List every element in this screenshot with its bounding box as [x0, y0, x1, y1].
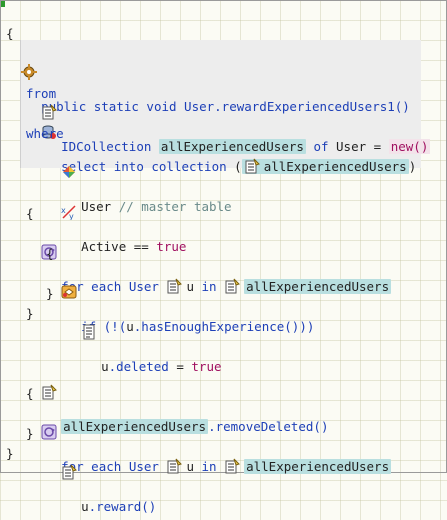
new-call[interactable]: new() — [388, 139, 431, 154]
statement-icon — [81, 284, 97, 340]
of-keyword: of — [313, 139, 329, 154]
declaration-line[interactable]: IDCollection allExperiencedUsers of User… — [26, 44, 431, 154]
remove-call[interactable]: .removeDeleted() — [208, 419, 328, 434]
paren-open: ( — [234, 159, 242, 174]
open-brace: { — [26, 206, 34, 221]
for-each-line-1[interactable]: for each User u in allExperiencedUsers — [26, 184, 392, 294]
open-brace: { — [6, 26, 14, 41]
loop-type[interactable]: User — [129, 459, 159, 474]
user-type[interactable]: User — [336, 139, 366, 154]
select-target-name: allExperiencedUsers — [263, 159, 407, 174]
open-brace: { — [26, 386, 34, 401]
for-each-line-2[interactable]: for each User u in allExperiencedUsers — [26, 364, 392, 474]
where-condition-line[interactable]: xy Active == true — [46, 144, 186, 254]
if-icon — [61, 244, 77, 299]
open-brace: { — [46, 246, 54, 261]
method-call-icon — [61, 424, 77, 480]
select-line[interactable]: select into collection (allExperiencedUs… — [26, 64, 416, 174]
variable-declaration-icon — [224, 458, 241, 474]
close-brace: } — [26, 426, 34, 441]
close-brace: } — [26, 306, 34, 321]
in-keyword: in — [201, 459, 217, 474]
variable-declaration-icon — [224, 278, 241, 294]
reward-method[interactable]: .reward() — [89, 499, 157, 514]
assign-op: = — [373, 139, 382, 154]
filter-xy-icon: xy — [61, 164, 77, 220]
select-target[interactable]: allExperiencedUsers — [241, 158, 409, 174]
gutter-marker — [1, 1, 5, 7]
method-signature-line[interactable]: public static void User.rewardExperience… — [6, 4, 410, 114]
loop-icon — [41, 204, 57, 260]
where-keyword: where — [26, 126, 64, 141]
remove-deleted-line[interactable]: allExperiencedUsers .removeDeleted() — [26, 324, 328, 434]
loop-icon — [41, 384, 57, 440]
variable-declaration-icon — [244, 158, 260, 174]
from-table-line[interactable]: User // master table — [46, 104, 232, 214]
loop-var[interactable]: u — [186, 459, 194, 474]
paren-close: ) — [408, 159, 417, 174]
loop-collection[interactable]: allExperiencedUsers — [244, 459, 392, 474]
reward-line[interactable]: u.reward() — [46, 404, 156, 514]
deleted-stmt-line[interactable]: u.deleted = true — [66, 264, 222, 374]
if-line[interactable]: if (!(u.hasEnoughExperience())) — [46, 224, 314, 334]
from-keyword: from — [26, 86, 57, 101]
close-brace: } — [6, 446, 14, 461]
loop-collection[interactable]: allExperiencedUsers — [244, 279, 392, 294]
variable-declaration-icon — [166, 458, 183, 474]
method-call-icon — [41, 344, 57, 400]
method-gear-icon — [21, 24, 38, 80]
close-brace: } — [46, 286, 54, 301]
reward-var[interactable]: u — [81, 499, 89, 514]
